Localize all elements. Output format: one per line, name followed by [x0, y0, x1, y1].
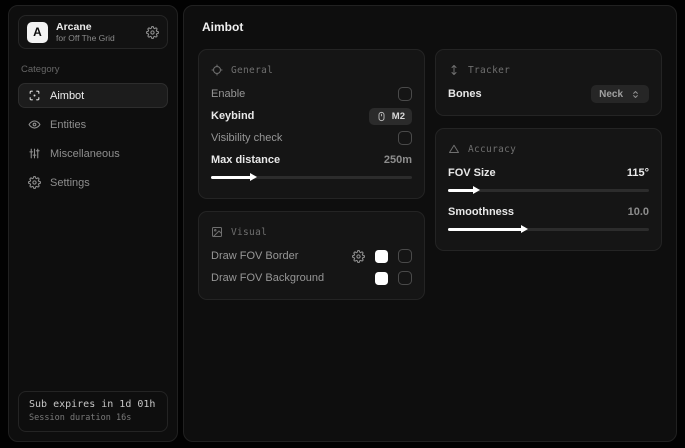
sub-expires-text: Sub expires in 1d 01h: [29, 399, 157, 410]
max-distance-slider[interactable]: [211, 172, 412, 182]
enable-checkbox[interactable]: [398, 87, 412, 101]
triangle-icon: [448, 143, 460, 155]
row-draw-fov-border: Draw FOV Border: [211, 245, 412, 267]
app-window: A Arcane for Off The Grid Category Aimbo…: [0, 0, 685, 448]
move-vertical-icon: [448, 64, 460, 76]
card-visual-header: Visual: [211, 219, 412, 245]
bones-selected-value: Neck: [599, 89, 623, 100]
card-general: General Enable Keybind M2: [198, 49, 425, 199]
fov-size-slider[interactable]: [448, 185, 649, 195]
max-distance-label: Max distance: [211, 154, 280, 166]
gear-icon: [28, 176, 41, 189]
card-title: Accuracy: [468, 144, 516, 155]
sidebar-item-label: Miscellaneous: [50, 148, 120, 160]
brand-text: Arcane for Off The Grid: [56, 21, 138, 44]
card-tracker: Tracker Bones Neck: [435, 49, 662, 116]
slider-thumb[interactable]: [250, 173, 257, 181]
sidebar-item-label: Aimbot: [50, 90, 84, 102]
card-tracker-header: Tracker: [448, 57, 649, 83]
gear-icon[interactable]: [146, 26, 159, 39]
card-accuracy: Accuracy FOV Size 115° Smoothness: [435, 128, 662, 251]
fov-size-value: 115°: [627, 167, 649, 179]
slider-fill: [211, 176, 253, 179]
sidebar-item-label: Entities: [50, 119, 86, 131]
card-general-header: General: [211, 57, 412, 83]
session-duration-text: Session duration 16s: [29, 413, 157, 423]
card-title: General: [231, 65, 273, 76]
row-keybind: Keybind M2: [211, 105, 412, 127]
sidebar-item-miscellaneous[interactable]: Miscellaneous: [18, 141, 168, 166]
row-enable: Enable: [211, 83, 412, 105]
slider-fill: [448, 189, 476, 192]
main-panel: Aimbot General Enable K: [183, 5, 677, 442]
row-draw-fov-background: Draw FOV Background: [211, 267, 412, 289]
image-icon: [211, 226, 223, 238]
keybind-value: M2: [392, 111, 405, 122]
eye-icon: [28, 118, 41, 131]
sidebar-item-entities[interactable]: Entities: [18, 112, 168, 137]
fov-size-label: FOV Size: [448, 167, 496, 179]
crosshair-icon: [211, 64, 223, 76]
gear-icon[interactable]: [352, 250, 365, 263]
sidebar-item-label: Settings: [50, 177, 90, 189]
keybind-button[interactable]: M2: [369, 108, 412, 125]
smoothness-value: 10.0: [628, 206, 649, 218]
sidebar: A Arcane for Off The Grid Category Aimbo…: [8, 5, 178, 442]
draw-fov-background-checkbox[interactable]: [398, 271, 412, 285]
sidebar-item-aimbot[interactable]: Aimbot: [18, 83, 168, 108]
crosshair-icon: [28, 89, 41, 102]
sidebar-item-settings[interactable]: Settings: [18, 170, 168, 195]
fov-background-color-swatch[interactable]: [375, 272, 388, 285]
card-accuracy-header: Accuracy: [448, 136, 649, 162]
row-smoothness: Smoothness 10.0: [448, 201, 649, 223]
visibility-check-checkbox[interactable]: [398, 131, 412, 145]
brand-card: A Arcane for Off The Grid: [18, 15, 168, 49]
row-max-distance: Max distance 250m: [211, 149, 412, 171]
draw-fov-background-label: Draw FOV Background: [211, 272, 324, 284]
app-title: Arcane: [56, 21, 138, 33]
smoothness-label: Smoothness: [448, 206, 514, 218]
app-logo: A: [27, 22, 48, 43]
row-fov-size: FOV Size 115°: [448, 162, 649, 184]
bones-label: Bones: [448, 88, 482, 100]
chevrons-up-down-icon: [630, 89, 641, 100]
card-title: Tracker: [468, 65, 510, 76]
card-visual: Visual Draw FOV Border Draw: [198, 211, 425, 300]
smoothness-slider[interactable]: [448, 224, 649, 234]
max-distance-value: 250m: [384, 154, 412, 166]
subscription-card: Sub expires in 1d 01h Session duration 1…: [18, 391, 168, 432]
slider-fill: [448, 228, 524, 231]
app-subtitle: for Off The Grid: [56, 34, 138, 44]
visibility-check-label: Visibility check: [211, 132, 282, 144]
draw-fov-border-label: Draw FOV Border: [211, 250, 298, 262]
bones-dropdown[interactable]: Neck: [591, 85, 649, 103]
keybind-label: Keybind: [211, 110, 254, 122]
category-label: Category: [21, 64, 165, 75]
row-bones: Bones Neck: [448, 83, 649, 105]
page-title: Aimbot: [202, 20, 662, 34]
enable-label: Enable: [211, 88, 245, 100]
card-title: Visual: [231, 227, 267, 238]
slider-thumb[interactable]: [473, 186, 480, 194]
mouse-icon: [376, 111, 387, 122]
sliders-icon: [28, 147, 41, 160]
row-visibility-check: Visibility check: [211, 127, 412, 149]
draw-fov-border-checkbox[interactable]: [398, 249, 412, 263]
slider-thumb[interactable]: [521, 225, 528, 233]
fov-border-color-swatch[interactable]: [375, 250, 388, 263]
